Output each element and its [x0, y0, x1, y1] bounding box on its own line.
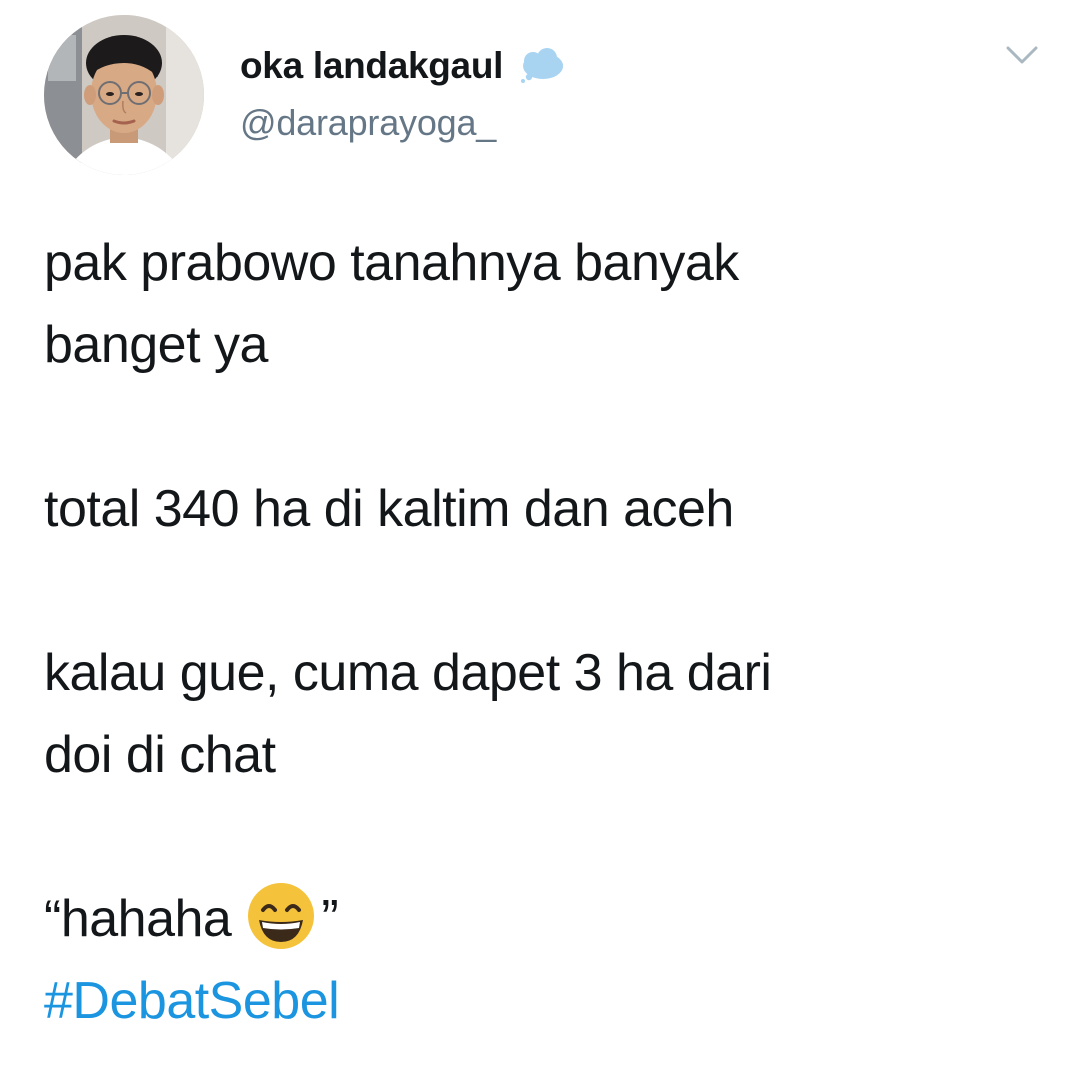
- hashtag-line: #DebatSebel: [44, 960, 1044, 1042]
- author-name-row[interactable]: oka landakgaul: [240, 44, 567, 88]
- avatar[interactable]: [44, 15, 204, 175]
- tweet-line: doi di chat: [44, 726, 276, 784]
- tweet-line: kalau gue, cuma dapet 3 ha dari: [44, 644, 772, 702]
- tweet-line: banget ya: [44, 316, 268, 374]
- chevron-down-icon[interactable]: [1000, 40, 1044, 70]
- display-name[interactable]: oka landakgaul: [240, 45, 503, 87]
- quote-text: “hahaha: [44, 890, 232, 948]
- user-handle[interactable]: @daraprayoga_: [240, 102, 496, 144]
- hashtag-link[interactable]: #DebatSebel: [44, 972, 340, 1030]
- tweet-line: total 340 ha di kaltim dan aceh: [44, 480, 734, 538]
- tweet-line: pak prabowo tanahnya banyak: [44, 234, 739, 292]
- tweet-quote-line: “hahaha ”: [44, 878, 1044, 960]
- cloud-icon: [517, 48, 567, 84]
- quote-close: ”: [321, 890, 339, 948]
- tweet-text: pak prabowo tanahnya banyak banget ya to…: [44, 222, 1044, 1042]
- grinning-face-smiling-eyes-icon: [245, 880, 317, 952]
- profile-photo: [44, 15, 204, 175]
